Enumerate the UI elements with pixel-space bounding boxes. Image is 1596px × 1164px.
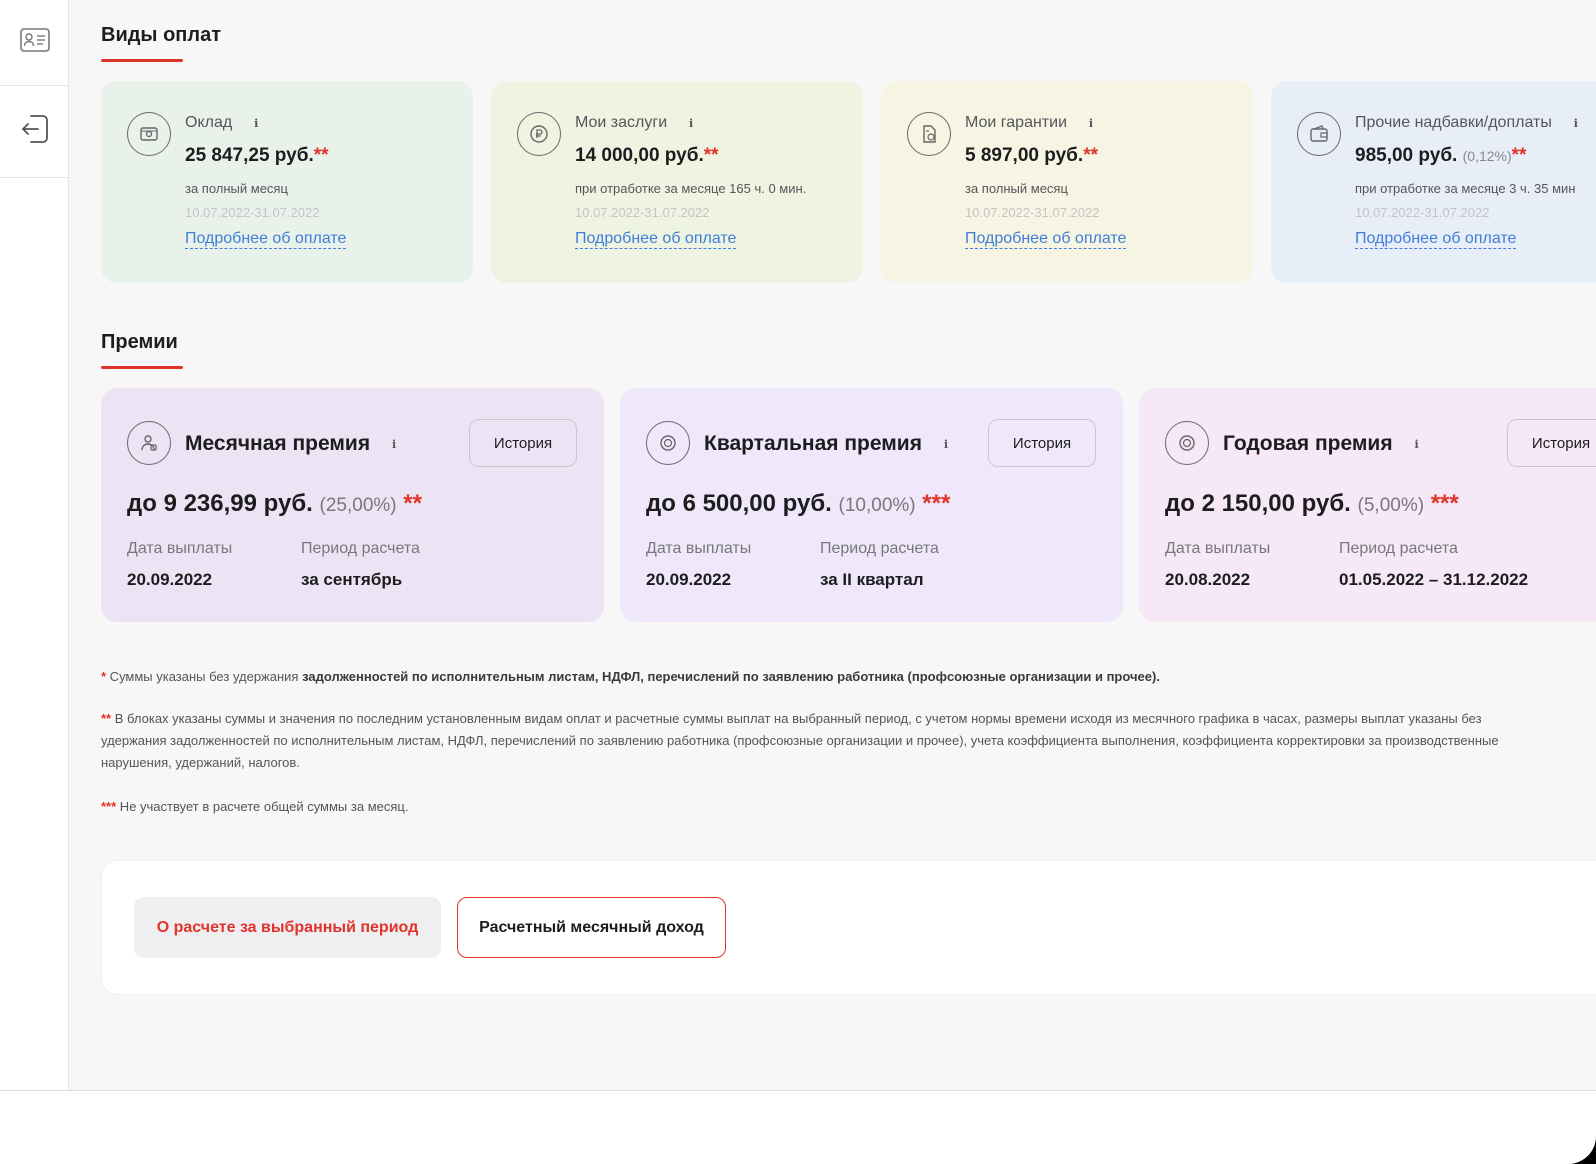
wallet-icon <box>1297 112 1341 156</box>
footnote-text: Не участвует в расчете общей суммы за ме… <box>116 799 409 814</box>
calc-period-label: Период расчета <box>301 540 420 557</box>
calc-period-label: Период расчета <box>1339 540 1458 557</box>
pay-card-name: Прочие надбавки/доплаты <box>1355 114 1552 131</box>
footnote-text: Суммы указаны без удержания <box>106 669 303 684</box>
info-icon[interactable]: i <box>384 434 404 454</box>
pay-card-note: при отработке за месяце 165 ч. 0 мин. <box>575 181 807 196</box>
bonus-section-underline <box>101 366 183 369</box>
pay-card-note: за полный месяц <box>965 181 1068 196</box>
payment-date-value: 20.09.2022 <box>127 570 213 589</box>
history-button[interactable]: История <box>469 419 577 467</box>
calc-period-value: 01.05.2022 – 31.12.2022 <box>1339 570 1529 589</box>
footnote-3: *** Не участвует в расчете общей суммы з… <box>101 796 408 818</box>
payment-date-label: Дата выплаты <box>646 540 752 557</box>
footnote-bold-text: задолженностей по исполнительным листам,… <box>302 669 1160 684</box>
footnote-marker: ** <box>403 490 422 517</box>
calc-period-value: за сентябрь <box>301 570 403 589</box>
footnote-text: нарушения, удержаний, налогов. <box>101 755 300 770</box>
pay-card-guarantees: Мои гарантии i 5 897,00 руб.** за полный … <box>881 81 1253 283</box>
pay-section-underline <box>101 59 183 62</box>
info-icon[interactable]: i <box>681 113 701 133</box>
footnote-2: ** В блоках указаны суммы и значения по … <box>101 708 1499 774</box>
bonus-card-name: Годовая премия <box>1223 432 1393 455</box>
bottom-bar <box>0 1090 1596 1164</box>
pay-card-note: за полный месяц <box>185 181 288 196</box>
bonus-section-title: Премии <box>101 331 178 353</box>
person-badge-icon <box>127 421 171 465</box>
bonus-card-quarterly: Квартальная премия i История до 6 500,00 … <box>620 388 1123 622</box>
payment-date-value: 20.09.2022 <box>646 570 732 589</box>
pay-card-percent: (0,12%) <box>1462 148 1512 164</box>
pay-card-details-link[interactable]: Подробнее об оплате <box>185 229 347 249</box>
calc-period-label: Период расчета <box>820 540 939 557</box>
pay-card-name: Оклад <box>185 114 233 131</box>
bonus-card-amount: до 9 236,99 руб. <box>127 490 313 517</box>
footnote-marker: ** <box>1083 145 1098 166</box>
pay-card-amount: 14 000,00 руб. <box>575 145 704 166</box>
calc-period-button[interactable]: О расчете за выбранный период <box>134 897 441 958</box>
calc-period-value: за II квартал <box>820 570 924 589</box>
monthly-income-button[interactable]: Расчетный месячный доход <box>457 897 726 958</box>
pay-card-note: при отработке за месяце 3 ч. 35 мин <box>1355 181 1576 196</box>
sidebar <box>0 0 69 1090</box>
document-money-icon <box>907 112 951 156</box>
footnote-marker: ** <box>703 145 719 166</box>
info-icon[interactable]: i <box>1566 113 1586 133</box>
logout-icon <box>20 113 50 150</box>
pay-card-amount: 985,00 руб. <box>1355 145 1458 166</box>
sidebar-item-logout[interactable] <box>0 86 69 178</box>
payment-date-label: Дата выплаты <box>1165 540 1271 557</box>
pay-card-details-link[interactable]: Подробнее об оплате <box>1355 229 1517 249</box>
footnote-text: удержания задолженностей по исполнительн… <box>101 733 1499 748</box>
sidebar-item-profile[interactable] <box>0 0 69 86</box>
footnote-marker: ** <box>101 711 112 726</box>
pay-card-dates: 10.07.2022-31.07.2022 <box>965 205 1100 220</box>
pay-card-name: Мои гарантии <box>965 114 1068 131</box>
bonus-card-amount: до 2 150,00 руб. <box>1165 490 1351 517</box>
pay-card-other-allowances: Прочие надбавки/доплаты i 985,00 руб. (0,… <box>1271 81 1596 283</box>
bonus-card-percent: (25,00%) <box>319 495 397 516</box>
medal-icon <box>646 421 690 465</box>
bonus-card-percent: (10,00%) <box>838 495 916 516</box>
ruble-coin-icon <box>517 112 561 156</box>
info-icon[interactable]: i <box>1407 434 1427 454</box>
pay-card-amount: 25 847,25 руб. <box>185 145 314 166</box>
info-icon[interactable]: i <box>936 434 956 454</box>
footnote-marker: *** <box>922 490 951 517</box>
info-icon[interactable]: i <box>246 113 266 133</box>
bonus-card-percent: (5,00%) <box>1357 495 1425 516</box>
bonus-card-name: Месячная премия <box>185 432 371 455</box>
payment-date-label: Дата выплаты <box>127 540 233 557</box>
info-icon[interactable]: i <box>1081 113 1101 133</box>
id-card-icon <box>19 28 50 57</box>
medal-icon <box>1165 421 1209 465</box>
footnote-text: В блоках указаны суммы и значения по пос… <box>111 711 1482 726</box>
pay-card-amount: 5 897,00 руб. <box>965 145 1084 166</box>
pay-card-merits: Мои заслуги i 14 000,00 руб.** при отрабо… <box>491 81 863 283</box>
bonus-card-name: Квартальная премия <box>704 432 922 455</box>
app-frame: Виды оплат Оклад i 25 847,25 руб.** за по… <box>0 0 1596 1164</box>
pay-card-details-link[interactable]: Подробнее об оплате <box>575 229 737 249</box>
footnote-marker: ** <box>1511 145 1527 166</box>
actions-panel: О расчете за выбранный период Расчетный … <box>101 860 1596 995</box>
history-button[interactable]: История <box>1507 419 1596 467</box>
bonus-card-amount: до 6 500,00 руб. <box>646 490 832 517</box>
footnote-marker: *** <box>1430 490 1459 517</box>
pay-card-dates: 10.07.2022-31.07.2022 <box>575 205 710 220</box>
payment-date-value: 20.08.2022 <box>1165 570 1251 589</box>
bonus-card-annual: Годовая премия i История до 2 150,00 руб.… <box>1139 388 1596 622</box>
footnote-1: * Суммы указаны без удержания задолженно… <box>101 666 1160 688</box>
pay-card-dates: 10.07.2022-31.07.2022 <box>1355 205 1490 220</box>
footnote-marker: ** <box>313 145 329 166</box>
pay-card-salary: Оклад i 25 847,25 руб.** за полный месяц … <box>101 81 473 283</box>
banknotes-icon <box>127 112 171 156</box>
bonus-card-monthly: Месячная премия i История до 9 236,99 руб… <box>101 388 604 622</box>
pay-card-name: Мои заслуги <box>575 114 668 131</box>
pay-card-dates: 10.07.2022-31.07.2022 <box>185 205 320 220</box>
pay-card-details-link[interactable]: Подробнее об оплате <box>965 229 1127 249</box>
pay-section-title: Виды оплат <box>101 24 221 46</box>
footnote-marker: *** <box>101 799 117 814</box>
history-button[interactable]: История <box>988 419 1096 467</box>
